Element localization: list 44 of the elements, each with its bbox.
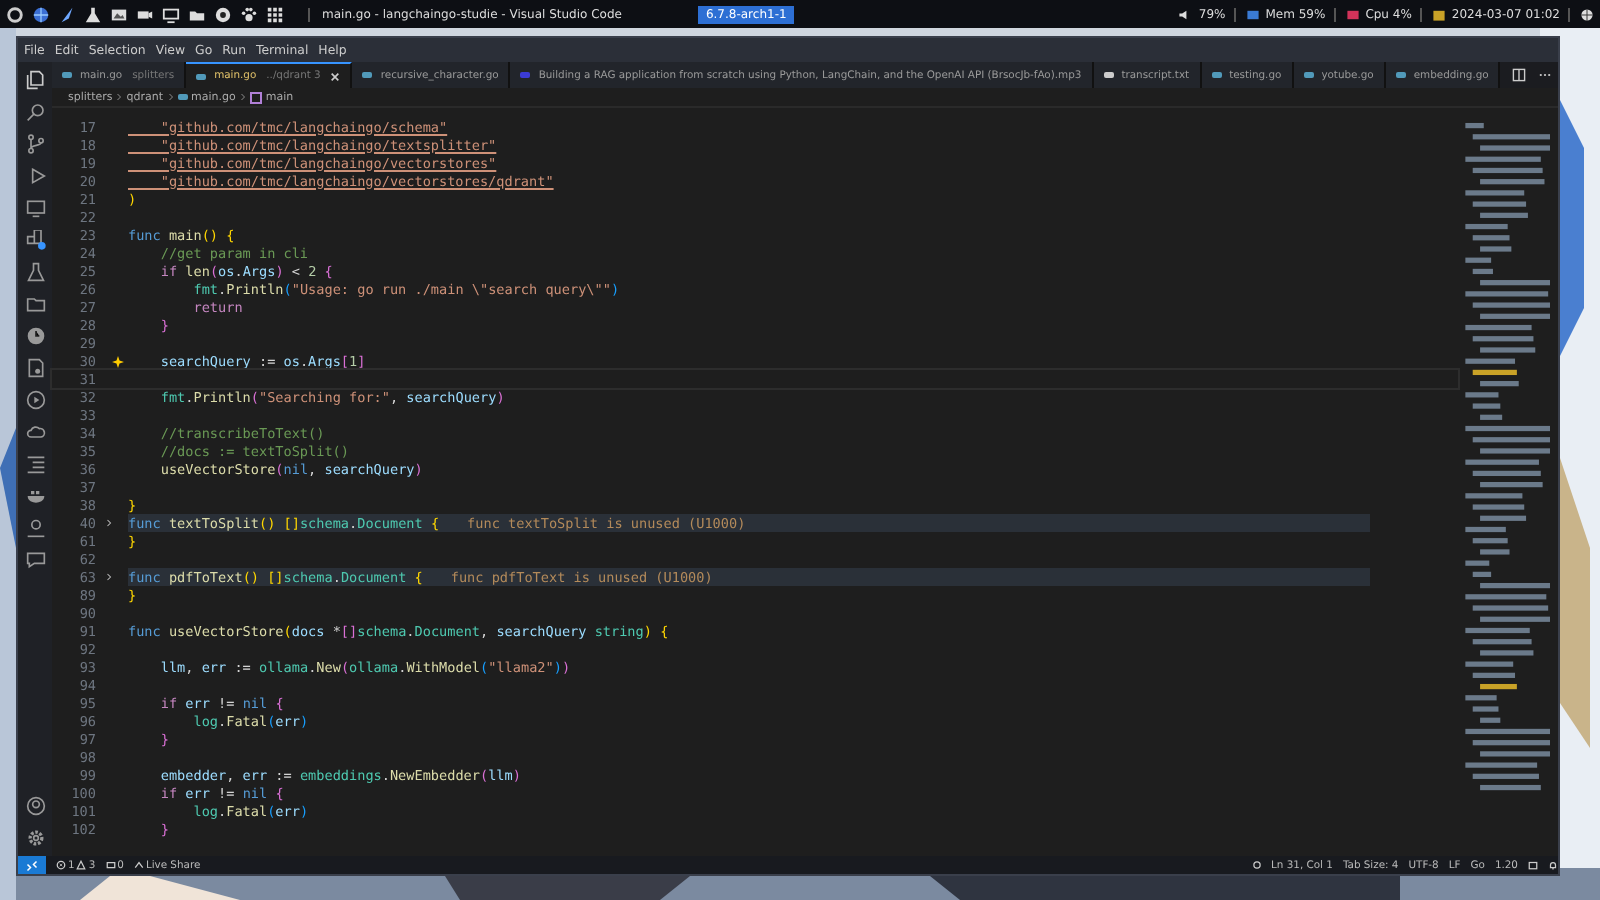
paw-icon[interactable] (240, 5, 258, 23)
folder-icon[interactable] (25, 294, 45, 314)
remote-button[interactable] (18, 856, 46, 874)
image-icon[interactable] (110, 5, 128, 23)
live-share-icon (133, 860, 144, 870)
grid-icon[interactable] (266, 5, 284, 23)
flask-icon[interactable] (84, 5, 102, 23)
circle-icon[interactable] (214, 5, 232, 23)
flask-icon[interactable] (25, 262, 45, 282)
error-icon (56, 860, 66, 870)
monitor-icon[interactable] (162, 5, 180, 23)
document-gear-icon[interactable] (25, 358, 45, 378)
search-icon[interactable] (25, 102, 45, 122)
cpu-icon (1345, 7, 1360, 21)
extensions-icon[interactable] (25, 230, 45, 250)
play-circle-icon[interactable] (25, 390, 45, 410)
antenna-icon (105, 860, 116, 870)
robot-icon[interactable] (1528, 860, 1538, 870)
split-editor-icon[interactable] (1512, 68, 1526, 82)
cloud-icon[interactable] (25, 422, 45, 442)
settings-icon[interactable] (25, 828, 45, 848)
chevron-icon (239, 92, 246, 102)
chevron-icon (116, 92, 123, 102)
close-icon[interactable] (330, 71, 341, 81)
clock-icon[interactable] (25, 326, 45, 346)
chevron-icon (167, 92, 174, 102)
camera-icon[interactable] (136, 5, 154, 23)
feather-icon[interactable] (58, 5, 76, 23)
files-icon[interactable] (25, 70, 45, 90)
remote-icon (26, 859, 38, 871)
chevron-icon[interactable] (105, 572, 111, 582)
list-icon[interactable] (25, 454, 45, 474)
monitor-icon[interactable] (25, 198, 45, 218)
branch-icon[interactable] (25, 134, 45, 154)
chevron-icon[interactable] (105, 518, 111, 528)
account-icon[interactable] (25, 796, 45, 816)
warning-icon (76, 860, 87, 870)
sparkle-icon[interactable] (112, 355, 124, 367)
bell-icon[interactable] (1548, 860, 1558, 870)
calendar-icon (1431, 7, 1446, 21)
memory-icon (1245, 7, 1260, 21)
folder-icon[interactable] (188, 5, 206, 23)
comment-icon[interactable] (25, 550, 45, 570)
globe-icon[interactable] (1580, 7, 1594, 21)
